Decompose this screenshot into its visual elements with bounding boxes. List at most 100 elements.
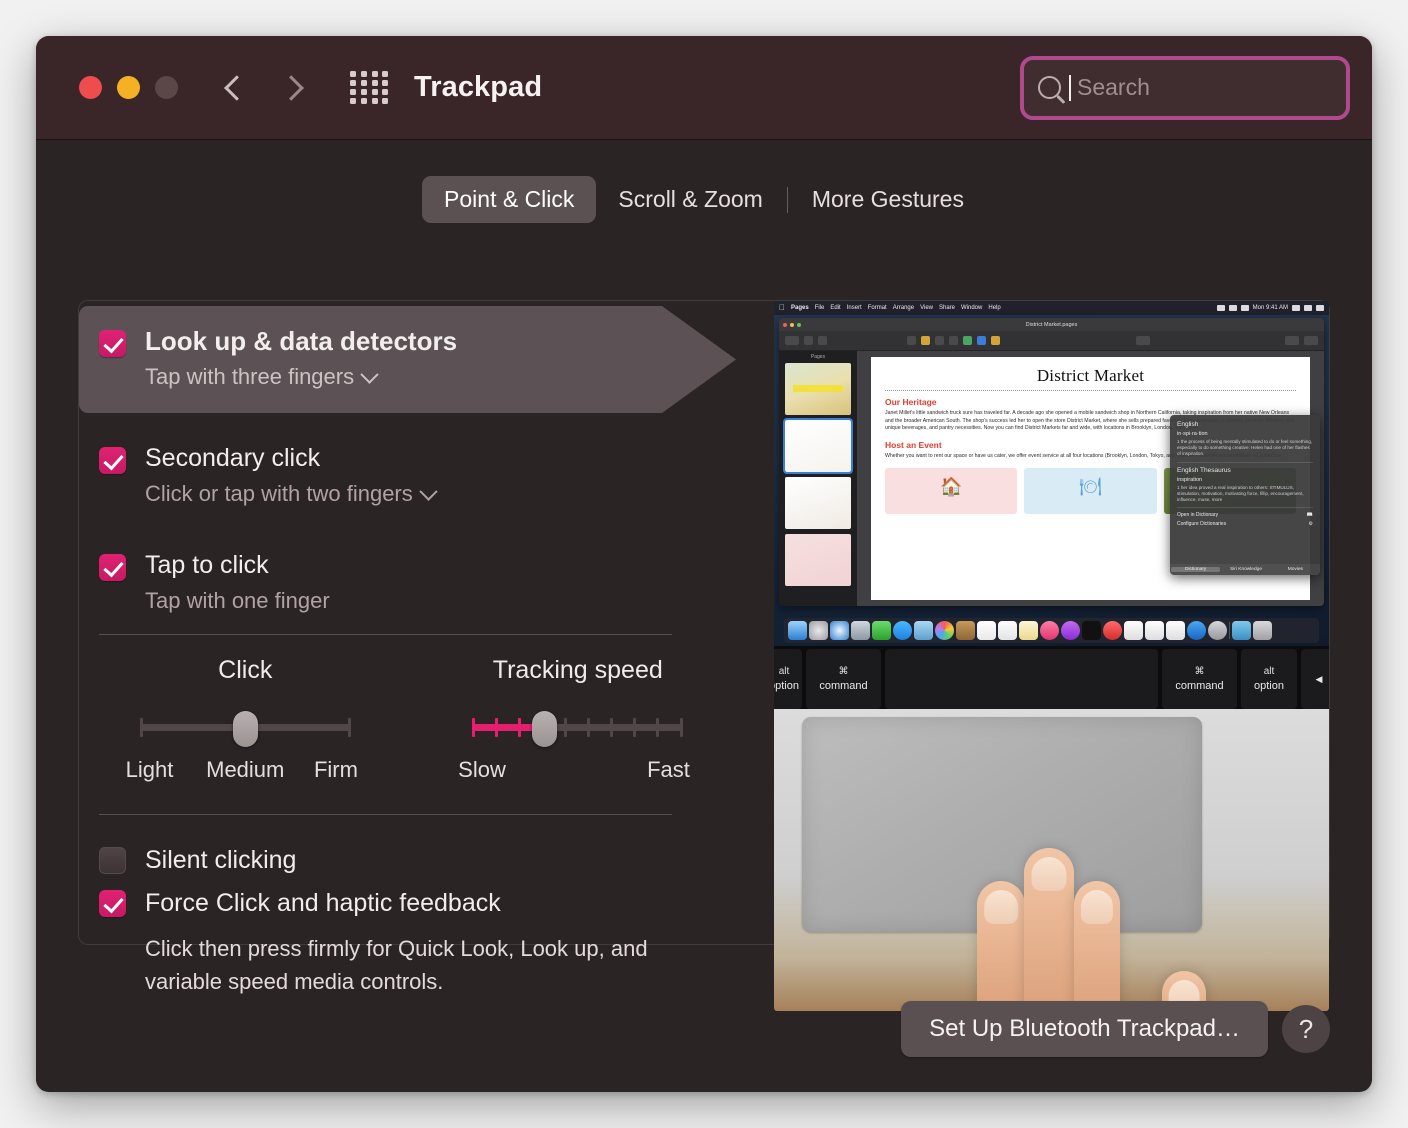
chevron-down-icon[interactable]: [419, 481, 438, 501]
macos-dock: [784, 618, 1319, 643]
minimize-button[interactable]: [117, 76, 140, 99]
slider-label-slow: Slow: [458, 757, 506, 782]
search-field[interactable]: Search: [1020, 55, 1350, 120]
force-click-help-text: Click then press firmly for Quick Look, …: [145, 936, 648, 994]
slider-track-click[interactable]: [139, 711, 351, 747]
option-label-force-click: Force Click and haptic feedback: [145, 889, 501, 917]
reminders-icon: [998, 621, 1017, 640]
downloads-folder-icon: [1232, 621, 1251, 640]
close-button[interactable]: [79, 76, 102, 99]
menubar-clock: Mon 9:41 AM: [1252, 305, 1288, 311]
checkbox-silent-clicking[interactable]: [98, 847, 126, 874]
grid-dot: [382, 79, 389, 86]
tab-more-gestures[interactable]: More Gestures: [790, 176, 986, 223]
option-label-silent-clicking: Silent clicking: [145, 846, 297, 874]
close-icon: [783, 322, 787, 327]
menubar-item-share: Share: [933, 305, 955, 311]
menubar-app-name: Pages: [785, 305, 809, 311]
option-subtitle: Tap with one finger: [145, 588, 330, 613]
chevron-down-icon[interactable]: [360, 364, 379, 384]
option-subtitle-menu[interactable]: Click or tap with two fingers: [145, 478, 744, 510]
pages-traffic-lights: [783, 322, 801, 327]
battery-icon: [1240, 305, 1249, 311]
sidebar-title: Pages: [810, 354, 826, 360]
option-row-secondary-click[interactable]: Secondary click Click or tap with two fi…: [79, 433, 744, 518]
pages-app-window: District Market.pages Pages District Mar…: [779, 318, 1324, 606]
slider-tick: [564, 718, 568, 737]
menubar-item-arrange: Arrange: [886, 305, 914, 311]
key-bottom-label: ◀: [1315, 673, 1323, 684]
option-subtitle: Click or tap with two fingers: [145, 481, 413, 506]
checkbox-look-up-data-detectors[interactable]: [98, 330, 126, 357]
text-cursor: [1069, 74, 1071, 101]
traffic-lights: [79, 76, 178, 99]
forward-chevron-icon[interactable]: [282, 71, 304, 105]
option-title: Tap to click: [145, 551, 269, 579]
option-row-tap-to-click[interactable]: Tap to click Tap with one finger: [79, 540, 744, 625]
checkbox-tap-to-click[interactable]: [98, 554, 126, 581]
menubar-item-view: View: [914, 305, 933, 311]
key-arrow-left: ◀: [1301, 649, 1329, 709]
back-chevron-icon[interactable]: [224, 71, 246, 105]
slider-click: Click Light Medium Firm: [79, 656, 412, 787]
tab-point-and-click[interactable]: Point & Click: [422, 176, 597, 223]
slider-section: Click Light Medium Firm Tracking speed S…: [79, 656, 744, 787]
key-top-label: ⌘: [1194, 666, 1205, 677]
grid-dot: [350, 98, 356, 105]
bottom-option-list: Silent clicking Force Click and haptic f…: [79, 846, 744, 998]
music-icon: [1040, 621, 1059, 640]
divider-top: [99, 634, 672, 635]
control-center-icon: [1316, 305, 1324, 311]
menubar-item-window: Window: [955, 305, 982, 311]
lookup-action-open-dictionary: Open in Dictionary 📖: [1177, 512, 1313, 518]
option-row-force-click[interactable]: Force Click and haptic feedback: [79, 889, 744, 918]
slider-track-tracking-speed[interactable]: [472, 711, 684, 747]
key-command-right: ⌘ command: [1162, 649, 1237, 709]
maps-icon: [914, 621, 933, 640]
lookup-tabs: Dictionary Siri Knowledge Movies: [1170, 564, 1320, 575]
toolbar-spacer: [1005, 336, 1131, 345]
slider-knob-click[interactable]: [232, 711, 258, 747]
gesture-demo-video[interactable]:  Pages File Edit Insert Format Arrange …: [774, 301, 1329, 1011]
slider-tick: [518, 718, 522, 737]
spotlight-icon: [1292, 305, 1300, 311]
search-icon: [1038, 76, 1061, 99]
finder-icon: [788, 621, 807, 640]
checkbox-wrap: [79, 441, 145, 474]
apple-logo-icon: : [779, 304, 785, 312]
grid-icon[interactable]: [350, 70, 390, 105]
key-option-right: alt option: [1241, 649, 1297, 709]
appstore-icon: [1187, 621, 1206, 640]
dock-separator: [1229, 622, 1230, 639]
lookup-thesaurus-heading: English Thesaurus: [1177, 466, 1231, 474]
option-row-silent-clicking[interactable]: Silent clicking: [79, 846, 744, 875]
lookup-word: in·spi·ra·tion: [1177, 431, 1208, 437]
lookup-dictionary-heading: English: [1177, 421, 1199, 428]
gesture-option-list: Look up & data detectors Tap with three …: [79, 306, 744, 625]
page-thumbnail-selected: [783, 418, 853, 474]
checkbox-force-click[interactable]: [98, 890, 126, 917]
menubar-status-area: Mon 9:41 AM: [1216, 305, 1324, 311]
slider-knob-tracking-speed[interactable]: [532, 711, 558, 747]
toolbar-spacer: [832, 336, 902, 345]
slider-tick: [472, 718, 476, 737]
checkbox-secondary-click[interactable]: [98, 447, 126, 474]
card-home: 🏠: [885, 468, 1018, 515]
grid-dot: [360, 98, 367, 105]
lookup-thesaurus-word: inspiration: [1177, 476, 1203, 483]
house-icon: 🏠: [939, 476, 963, 497]
grid-dot: [350, 70, 356, 77]
pages-icon: [1166, 621, 1185, 640]
option-row-look-up-data-detectors[interactable]: Look up & data detectors Tap with three …: [79, 306, 736, 413]
tab-bar: Point & Click Scroll & Zoom More Gesture…: [36, 176, 1372, 223]
system-preferences-icon: [1208, 621, 1227, 640]
slider-tracking-speed: Tracking speed Slow Fast: [412, 656, 745, 787]
checkbox-wrap: [79, 548, 145, 581]
finger-middle: [1024, 848, 1074, 1011]
grid-dot: [371, 98, 378, 105]
set-up-bluetooth-trackpad-button[interactable]: Set Up Bluetooth Trackpad…: [901, 1001, 1268, 1057]
pages-document-canvas: District Market Our Heritage Janet Mille…: [857, 351, 1324, 606]
tab-scroll-and-zoom[interactable]: Scroll & Zoom: [596, 176, 784, 223]
help-button[interactable]: ?: [1282, 1005, 1330, 1053]
option-subtitle-menu[interactable]: Tap with three fingers: [145, 361, 736, 393]
